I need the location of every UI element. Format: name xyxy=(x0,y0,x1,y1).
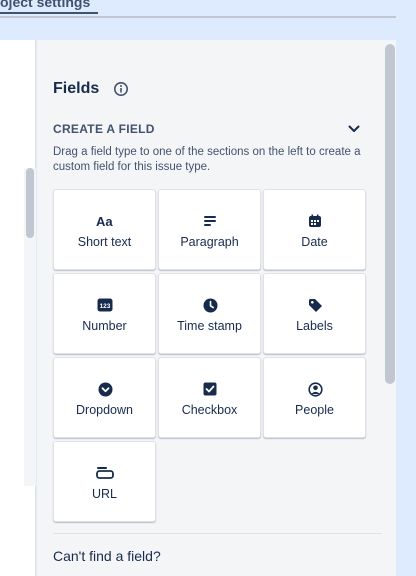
text-aa-icon: Aa xyxy=(96,213,114,229)
field-type-label: Time stamp xyxy=(177,319,242,333)
link-icon xyxy=(96,465,114,481)
tag-icon xyxy=(306,297,324,313)
field-type-label: Number xyxy=(82,319,127,333)
field-type-label: Short text xyxy=(77,235,132,249)
chevron-down-icon[interactable] xyxy=(346,121,362,137)
tab-project-settings[interactable]: oject settings xyxy=(0,0,99,14)
cant-find-field-link[interactable]: Can't find a field? xyxy=(53,548,161,564)
field-type-dropdown[interactable]: Dropdown xyxy=(53,357,156,438)
field-type-url[interactable]: URL xyxy=(53,441,156,522)
info-icon[interactable] xyxy=(113,81,129,97)
field-type-label: Date xyxy=(301,235,328,249)
field-type-short-text[interactable]: Aa Short text xyxy=(53,189,156,270)
field-type-people[interactable]: People xyxy=(263,357,366,438)
dropdown-icon xyxy=(96,381,114,397)
field-type-checkbox[interactable]: Checkbox xyxy=(158,357,261,438)
calendar-icon xyxy=(306,213,324,229)
field-type-label: Paragraph xyxy=(180,235,239,249)
left-scrollbar-thumb[interactable] xyxy=(26,168,34,238)
checkbox-icon xyxy=(201,381,219,397)
field-type-label: People xyxy=(295,403,334,417)
fields-panel-scrollbar[interactable] xyxy=(385,44,395,384)
tab-divider xyxy=(0,16,396,18)
field-type-label: Labels xyxy=(296,319,333,333)
field-type-label: URL xyxy=(91,487,117,501)
panel-title: Fields xyxy=(53,80,100,97)
field-type-labels[interactable]: Labels xyxy=(263,273,366,354)
clock-icon xyxy=(201,297,219,313)
paragraph-icon xyxy=(201,213,219,229)
svg-text:Aa: Aa xyxy=(96,214,113,228)
field-type-label: Dropdown xyxy=(76,403,133,417)
field-type-date[interactable]: Date xyxy=(263,189,366,270)
section-divider xyxy=(53,533,382,534)
section-heading: CREATE A FIELD xyxy=(53,122,155,136)
person-icon xyxy=(306,381,324,397)
number-123-icon: 123 xyxy=(96,297,114,313)
field-type-label: Checkbox xyxy=(181,403,238,417)
field-type-time-stamp[interactable]: Time stamp xyxy=(158,273,261,354)
field-type-number[interactable]: 123 Number xyxy=(53,273,156,354)
top-tab-bar: oject settings xyxy=(0,0,416,40)
svg-text:123: 123 xyxy=(100,303,111,310)
field-type-paragraph[interactable]: Paragraph xyxy=(158,189,261,270)
left-scrollbar[interactable] xyxy=(24,168,36,486)
section-description: Drag a field type to one of the sections… xyxy=(53,146,361,173)
